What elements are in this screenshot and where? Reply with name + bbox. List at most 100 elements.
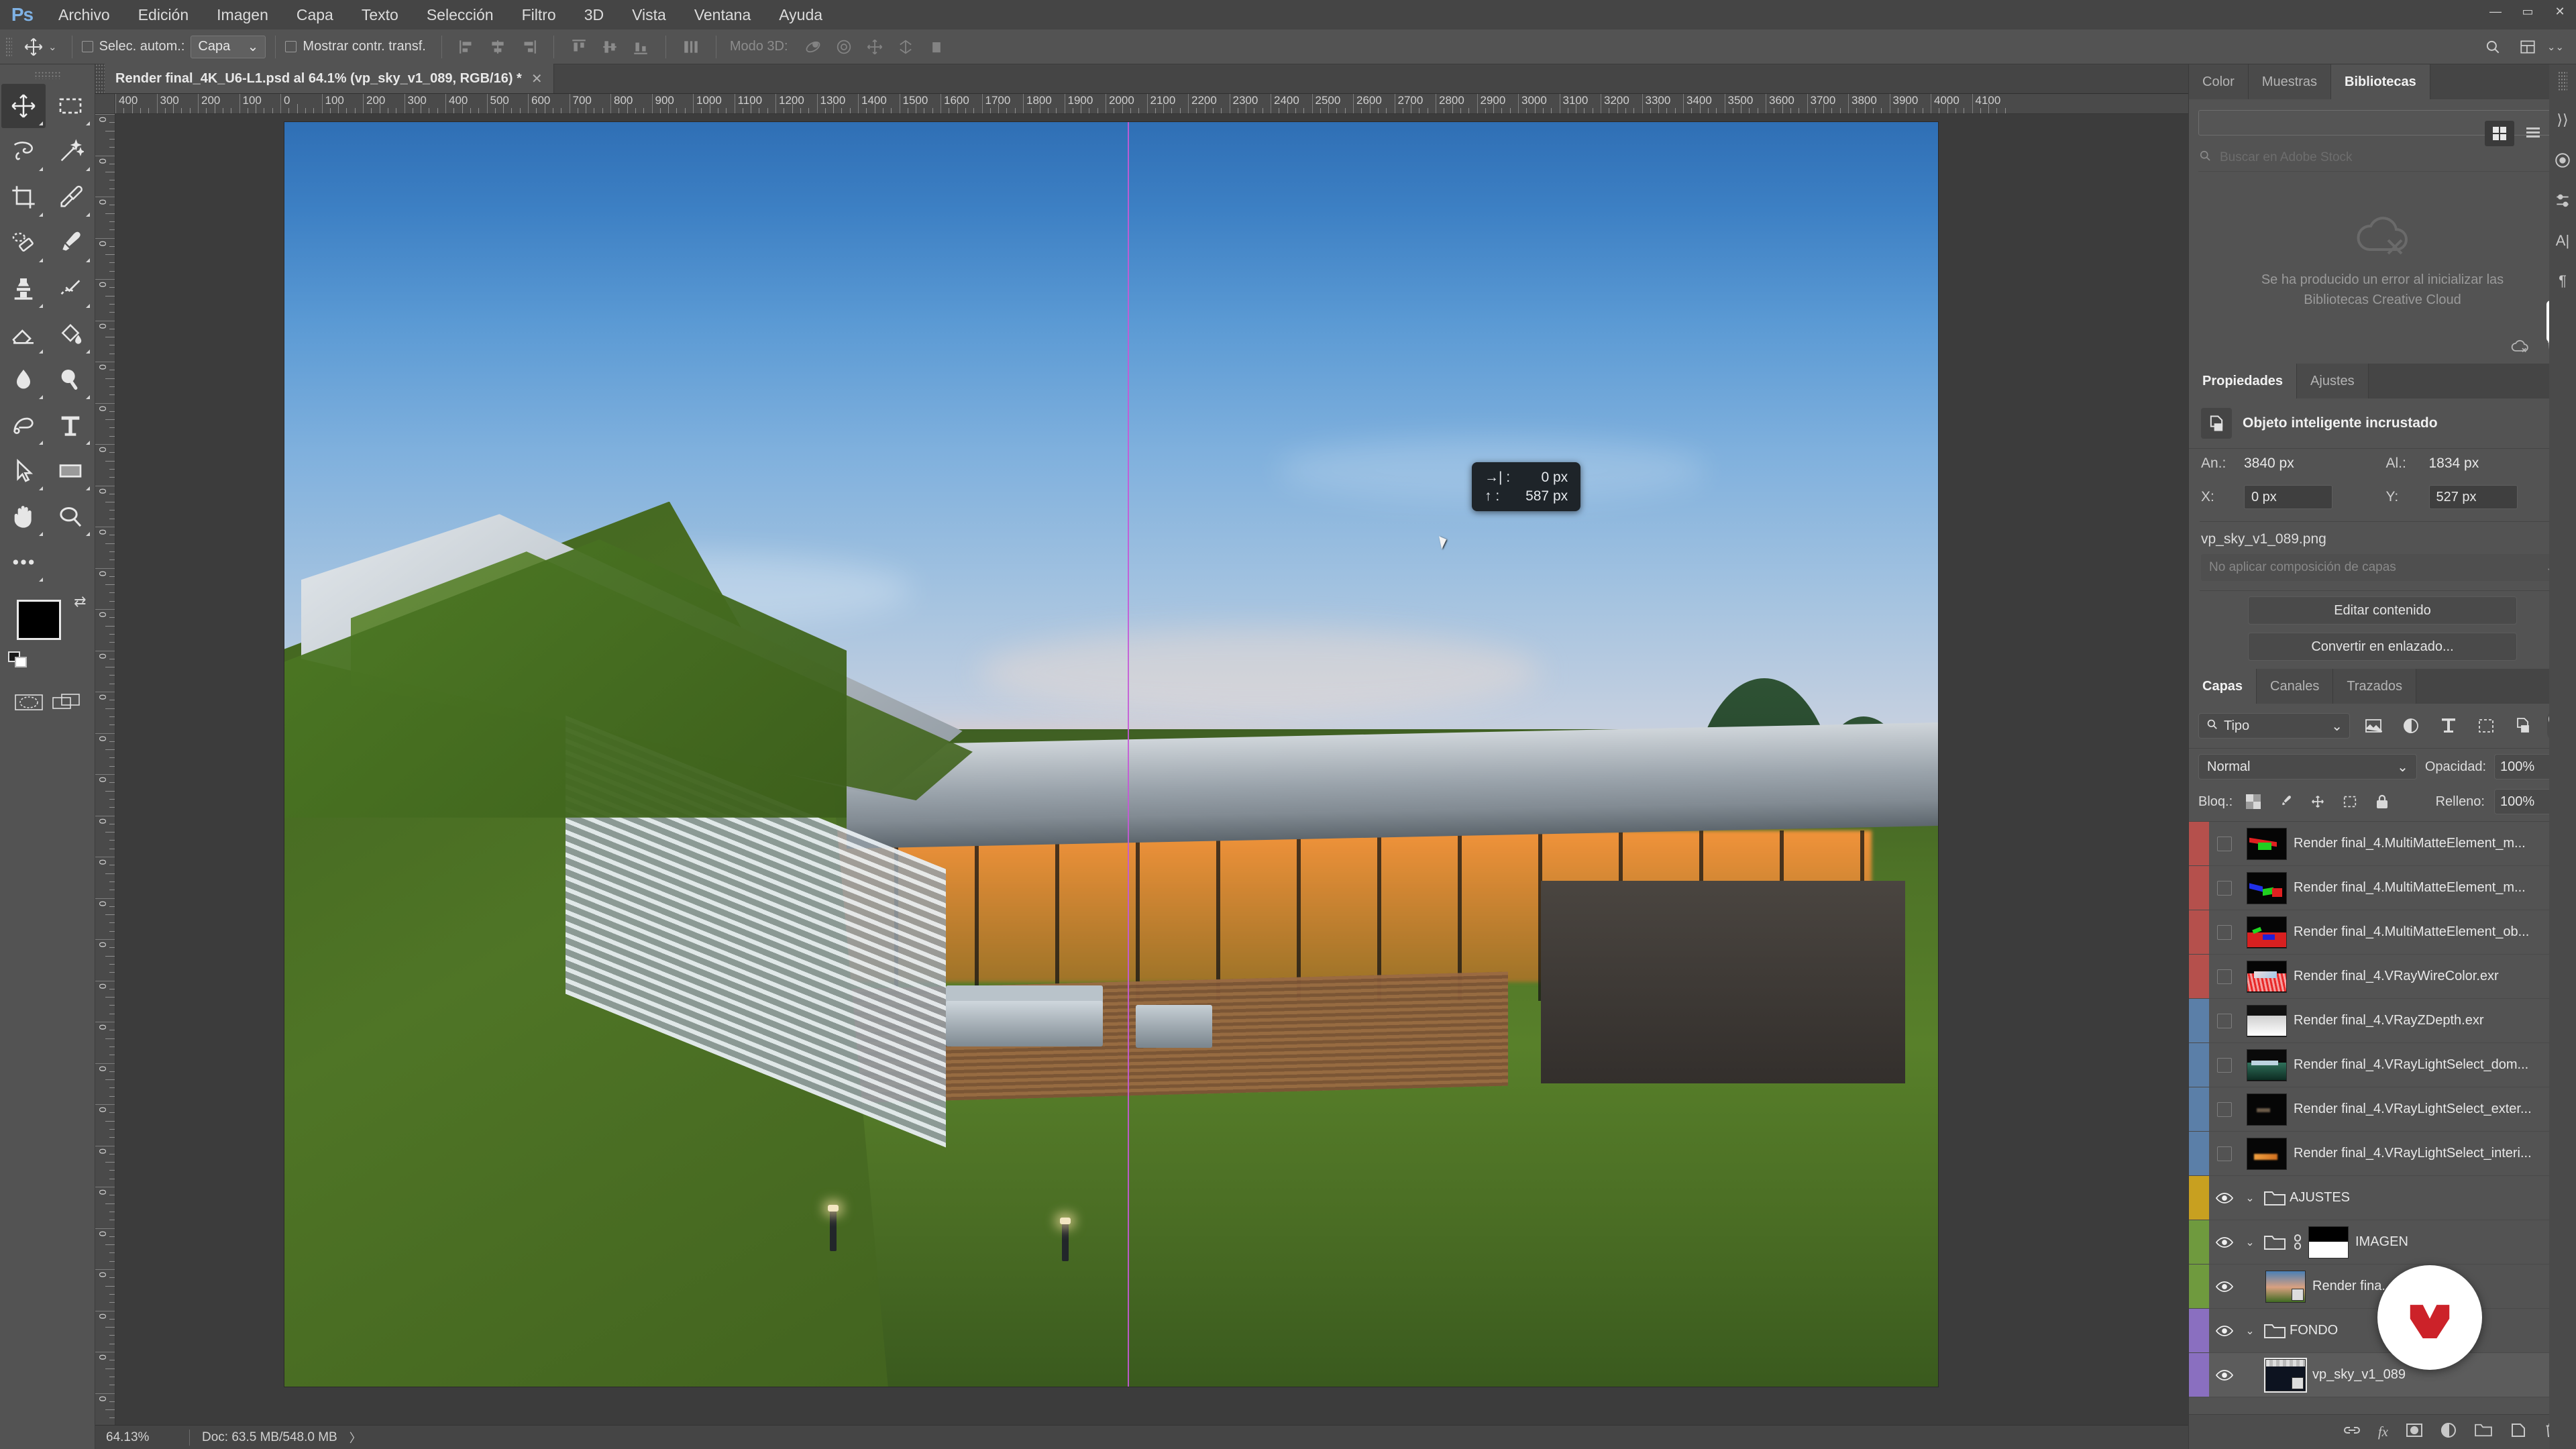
layer-visibility-toggle[interactable] <box>2209 1220 2240 1264</box>
layer-visibility-toggle[interactable] <box>2209 822 2240 865</box>
layer-visibility-toggle[interactable] <box>2209 910 2240 954</box>
zoom-level-field[interactable]: 64.13% <box>95 1430 189 1445</box>
group-expand-chevron-icon[interactable]: ⌄ <box>2240 1236 2260 1249</box>
move-tool-icon[interactable] <box>19 32 48 62</box>
move-tool-icon[interactable] <box>1 84 46 128</box>
tab-capas[interactable]: Capas <box>2189 669 2257 704</box>
table-row[interactable]: Render final_4.VRayZDepth.exr <box>2189 999 2576 1043</box>
table-row[interactable]: Render final_4.VRayLightSelect_dom... <box>2189 1043 2576 1087</box>
search-icon[interactable] <box>2477 34 2508 60</box>
crop-tool-icon[interactable] <box>1 175 46 219</box>
eraser-tool-icon[interactable] <box>1 312 46 356</box>
auto-select-checkbox[interactable] <box>81 41 93 52</box>
menu-vista[interactable]: Vista <box>618 0 680 30</box>
align-right-edges-icon[interactable] <box>513 34 544 60</box>
rotate-3d-icon[interactable] <box>798 34 828 60</box>
maximize-button[interactable]: ▭ <box>2512 0 2544 23</box>
dock-grip[interactable] <box>2558 71 2567 91</box>
menu-filtro[interactable]: Filtro <box>508 0 570 30</box>
list-view-icon[interactable] <box>2518 121 2548 146</box>
canvas-viewport[interactable]: →| : 0 px ↑ : 587 px <box>115 114 2188 1425</box>
x-field[interactable]: 0 px <box>2244 485 2332 509</box>
table-row[interactable]: Render final_4.MultiMatteElement_m... <box>2189 822 2576 866</box>
menu-edicion[interactable]: Edición <box>124 0 203 30</box>
screen-mode-icon[interactable] <box>51 691 82 717</box>
rectangular-marquee-tool-icon[interactable] <box>48 84 93 128</box>
workspace-chevron-icon[interactable]: ⌄⌄ <box>2547 41 2564 53</box>
align-horizontal-centers-icon[interactable] <box>482 34 513 60</box>
color-panel-icon[interactable] <box>2551 149 2574 172</box>
dodge-tool-icon[interactable] <box>48 358 93 402</box>
filter-type-icon[interactable] <box>2434 713 2463 739</box>
quick-mask-icon[interactable] <box>13 691 44 717</box>
roll-3d-icon[interactable] <box>828 34 859 60</box>
menu-3d[interactable]: 3D <box>570 0 618 30</box>
paragraph-panel-icon[interactable]: ¶ <box>2551 270 2574 292</box>
link-layers-icon[interactable] <box>2343 1423 2361 1442</box>
lock-image-pixels-icon[interactable] <box>2274 792 2297 812</box>
auto-select-scope-dropdown[interactable]: Capa ⌄ <box>191 35 266 58</box>
cloud-sync-error-icon[interactable] <box>2510 339 2530 358</box>
tab-color[interactable]: Color <box>2189 64 2249 99</box>
new-layer-icon[interactable] <box>2510 1422 2526 1442</box>
layer-visibility-toggle[interactable] <box>2209 1265 2240 1308</box>
layer-visibility-toggle[interactable] <box>2209 1353 2240 1397</box>
table-row[interactable]: Render final_4.MultiMatteElement_ob... <box>2189 910 2576 955</box>
adjustments-panel-icon[interactable] <box>2551 189 2574 212</box>
options-bar-grip[interactable] <box>5 36 12 57</box>
mask-link-icon[interactable] <box>2290 1234 2306 1251</box>
lock-transparent-pixels-icon[interactable] <box>2242 792 2265 812</box>
show-transform-controls-checkbox[interactable] <box>285 41 297 52</box>
align-vertical-centers-icon[interactable] <box>594 34 625 60</box>
layer-visibility-toggle[interactable] <box>2209 1309 2240 1352</box>
table-row[interactable]: ⌄ AJUSTES <box>2189 1176 2576 1220</box>
new-group-icon[interactable] <box>2474 1423 2493 1442</box>
group-expand-chevron-icon[interactable]: ⌄ <box>2240 1324 2260 1338</box>
menu-ventana[interactable]: Ventana <box>680 0 765 30</box>
foreground-color-swatch[interactable] <box>16 600 61 640</box>
default-colors-icon[interactable] <box>7 651 29 669</box>
layer-visibility-toggle[interactable] <box>2209 1132 2240 1175</box>
layer-thumbnail[interactable] <box>2265 1270 2306 1303</box>
swap-colors-icon[interactable]: ⇄ <box>74 593 86 610</box>
tab-strip-grip[interactable] <box>95 64 105 93</box>
layer-visibility-toggle[interactable] <box>2209 999 2240 1042</box>
tab-bibliotecas[interactable]: Bibliotecas <box>2331 64 2430 99</box>
character-panel-icon[interactable]: A| <box>2551 229 2574 252</box>
blur-tool-icon[interactable] <box>1 358 46 402</box>
lock-position-icon[interactable] <box>2306 792 2329 812</box>
filter-adjustment-icon[interactable] <box>2397 713 2425 739</box>
layer-mask-icon[interactable] <box>2406 1423 2423 1442</box>
layer-thumbnail[interactable] <box>2247 960 2287 993</box>
layer-visibility-toggle[interactable] <box>2209 1043 2240 1087</box>
history-brush-tool-icon[interactable] <box>48 266 93 311</box>
brush-tool-icon[interactable] <box>48 221 93 265</box>
arrange-documents-icon[interactable] <box>2512 34 2543 60</box>
close-icon[interactable]: ✕ <box>531 70 543 87</box>
toolbar-grip[interactable] <box>34 71 61 79</box>
table-row[interactable]: Render final_4.MultiMatteElement_m... <box>2189 866 2576 910</box>
eyedropper-tool-icon[interactable] <box>48 175 93 219</box>
vertical-guide[interactable] <box>1128 122 1130 1387</box>
layer-thumbnail[interactable] <box>2247 1137 2287 1170</box>
table-row[interactable]: Render final_4.VRayLightSelect_interi... <box>2189 1132 2576 1176</box>
magic-wand-tool-icon[interactable] <box>48 129 93 174</box>
table-row[interactable]: ⌄ IMAGEN <box>2189 1220 2576 1265</box>
minimize-button[interactable]: — <box>2479 0 2512 23</box>
layer-thumbnail[interactable] <box>2247 916 2287 949</box>
table-row[interactable]: vp_sky_v1_089 <box>2189 1353 2576 1397</box>
filter-shape-icon[interactable] <box>2472 713 2500 739</box>
collapse-panels-icon[interactable]: ⟩⟩ <box>2551 109 2574 131</box>
layer-thumbnail[interactable] <box>2247 1004 2287 1037</box>
layer-visibility-toggle[interactable] <box>2209 1087 2240 1131</box>
tab-muestras[interactable]: Muestras <box>2248 64 2332 99</box>
layer-visibility-toggle[interactable] <box>2209 866 2240 910</box>
table-row[interactable]: Render final_4.VRayWireColor.exr <box>2189 955 2576 999</box>
gradient-paint-bucket-tool-icon[interactable] <box>48 312 93 356</box>
tab-propiedades[interactable]: Propiedades <box>2189 364 2298 398</box>
path-selection-tool-icon[interactable] <box>1 449 46 493</box>
layer-mask-thumbnail[interactable] <box>2308 1226 2349 1258</box>
slide-3d-icon[interactable] <box>890 34 921 60</box>
type-tool-icon[interactable] <box>48 403 93 447</box>
lasso-tool-icon[interactable] <box>1 129 46 174</box>
